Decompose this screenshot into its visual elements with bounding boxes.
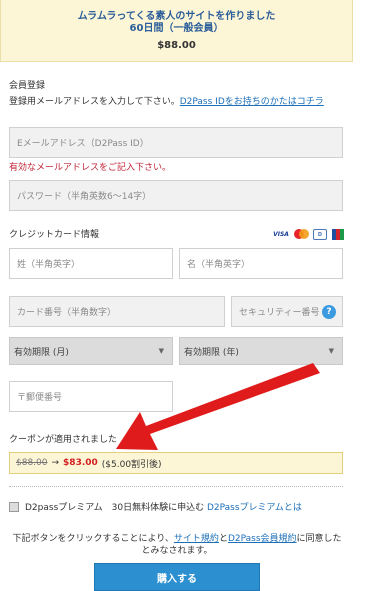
first-name-placeholder: 名（半角英字） [187,260,251,270]
registration-heading: 会員登録 [9,81,46,91]
diners-icon: D [313,229,327,240]
chevron-down-icon: ▼ [158,347,164,355]
expiry-year-label: 有効期限 (年) [184,347,239,358]
coupon-price-box: $88.00 → $83.00 ($5.00割引後) [9,452,343,474]
expiry-month-select[interactable]: 有効期限 (月) ▼ [9,337,173,365]
help-icon[interactable]: ? [322,305,336,319]
discounted-price: $83.00 [63,458,98,468]
email-error-message: 有効なメールアドレスをご記入下さい。 [9,163,172,173]
d2pass-login-link[interactable]: D2Pass IDをお持ちのかたはコチラ [180,97,324,107]
expiry-month-label: 有効期限 (月) [14,347,69,358]
original-price: $88.00 [16,458,48,468]
premium-label: D2passプレミアム 30日無料体験に申込む [25,503,205,513]
zip-code-placeholder: 〒郵便番号 [17,393,63,403]
card-brand-logos: VISA D [273,229,344,240]
coupon-applied-text: クーポンが適用されました [9,435,118,445]
card-number-field[interactable]: カード番号（半角数字） [9,296,225,327]
price-arrow: → [51,458,60,468]
last-name-placeholder: 姓（半角英字） [17,260,81,270]
zip-code-field[interactable]: 〒郵便番号 [9,381,173,412]
discount-note: ($5.00割引後) [101,459,162,470]
credit-card-heading: クレジットカード情報 [9,230,100,240]
expiry-year-select[interactable]: 有効期限 (年) ▼ [179,337,343,365]
security-code-field[interactable]: セキュリティー番号 ? [231,296,343,327]
divider [9,486,343,487]
premium-option: D2passプレミアム 30日無料体験に申込む D2Passプレミアムとは [25,500,302,513]
card-number-placeholder: カード番号（半角数字） [17,308,117,318]
terms-and: と [218,534,228,544]
security-code-placeholder: セキュリティー番号 [239,308,320,318]
chevron-down-icon: ▼ [328,347,334,355]
buy-button[interactable]: 購入する [94,563,260,591]
email-placeholder: Eメールアドレス（D2Pass ID） [17,139,149,149]
premium-checkbox[interactable] [9,502,19,512]
registration-instruction: 登録用メールアドレスを入力して下さい。D2Pass IDをお持ちのかたはコチラ [9,96,344,109]
email-field[interactable]: Eメールアドレス（D2Pass ID） [9,127,343,158]
password-placeholder: パスワード（半角英数6～14字） [17,192,152,202]
plan-banner: ムラムラってくる素人のサイトを作りました 60日間（一般会員） $88.00 [0,0,353,62]
visa-icon: VISA [273,231,289,238]
mastercard-icon [293,229,309,240]
plan-price: $88.00 [157,40,196,51]
site-title: ムラムラってくる素人のサイトを作りました [77,11,276,22]
terms-prefix: 下記ボタンをクリックすることにより、 [12,534,174,544]
last-name-field[interactable]: 姓（半角英字） [9,248,173,279]
jcb-icon [331,229,344,240]
premium-info-link[interactable]: D2Passプレミアムとは [207,503,302,513]
site-terms-link[interactable]: サイト規約 [174,534,219,544]
plan-duration: 60日間（一般会員） [129,23,224,34]
d2pass-terms-link[interactable]: D2Pass会員規約 [228,534,297,544]
instruction-text: 登録用メールアドレスを入力して下さい。 [9,97,180,107]
password-field[interactable]: パスワード（半角英数6～14字） [9,180,343,211]
first-name-field[interactable]: 名（半角英字） [179,248,343,279]
terms-notice: 下記ボタンをクリックすることにより、サイト規約とD2Pass会員規約に同意したと… [10,533,344,557]
